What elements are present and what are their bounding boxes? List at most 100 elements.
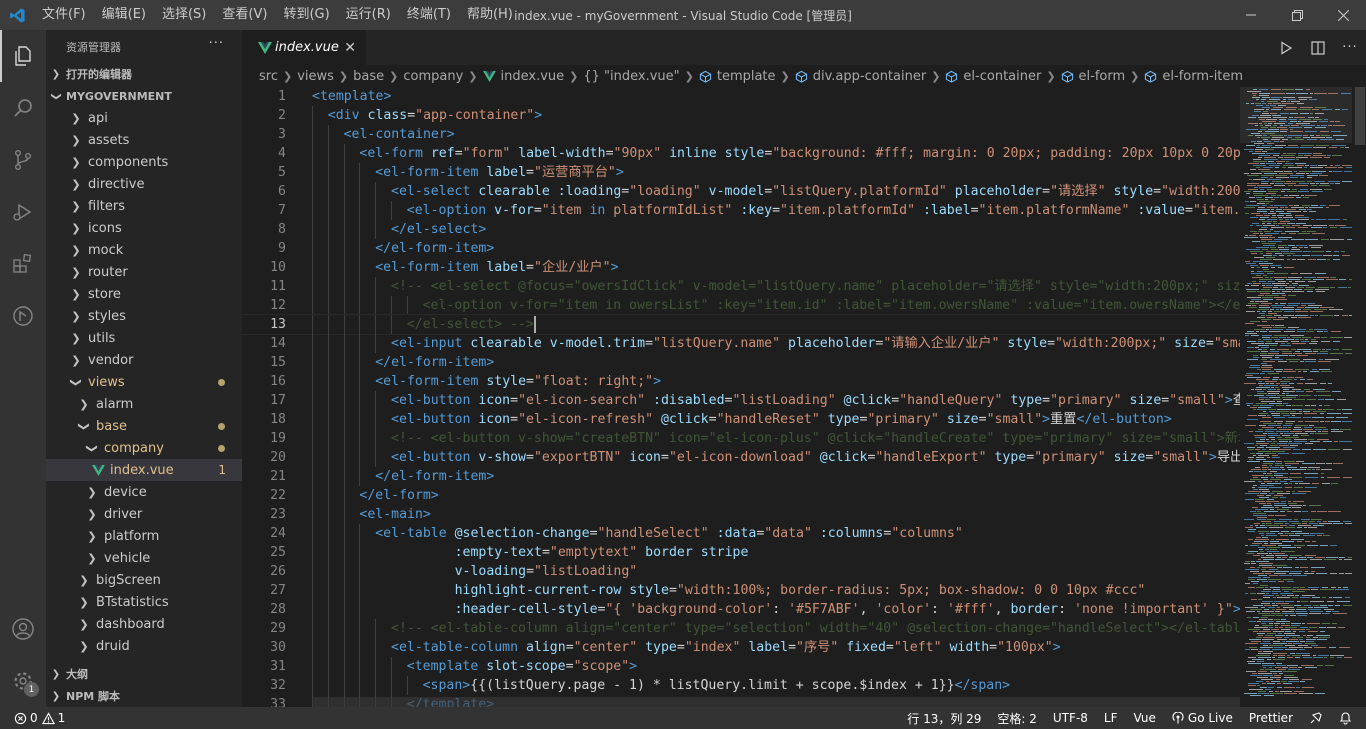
breadcrumb-item[interactable]: src bbox=[259, 69, 278, 84]
feedback-button[interactable] bbox=[1301, 711, 1331, 725]
remote-explorer-button[interactable] bbox=[0, 290, 46, 342]
code-line[interactable]: 17 <el-button icon="el-icon-search" :disa… bbox=[242, 391, 1240, 410]
search-button[interactable] bbox=[0, 82, 46, 134]
menu-run[interactable]: 运行(R) bbox=[338, 0, 399, 30]
close-tab-icon[interactable]: ✕ bbox=[344, 40, 356, 56]
folder-item-vendor[interactable]: ❯ vendor bbox=[46, 349, 242, 371]
code-line[interactable]: 20 <el-button v-show="exportBTN" icon="el… bbox=[242, 448, 1240, 467]
code-line[interactable]: 27 highlight-current-row style="width:10… bbox=[242, 581, 1240, 600]
code-line[interactable]: 10 <el-form-item label="企业/业户"> bbox=[242, 258, 1240, 277]
folder-item-platform[interactable]: ❯ platform bbox=[46, 525, 242, 547]
prettier-status[interactable]: Prettier bbox=[1241, 711, 1301, 725]
folder-item-vehicle[interactable]: ❯ vehicle bbox=[46, 547, 242, 569]
menu-edit[interactable]: 编辑(E) bbox=[94, 0, 154, 30]
code-line[interactable]: 13 </el-select> --> bbox=[242, 314, 1240, 335]
vertical-scrollbar[interactable] bbox=[1352, 87, 1366, 707]
folder-item-utils[interactable]: ❯ utils bbox=[46, 327, 242, 349]
folder-item-icons[interactable]: ❯ icons bbox=[46, 217, 242, 239]
code-line[interactable]: 31 <template slot-scope="scope"> bbox=[242, 657, 1240, 676]
folder-item-device[interactable]: ❯ device bbox=[46, 481, 242, 503]
folder-item-styles[interactable]: ❯ styles bbox=[46, 305, 242, 327]
code-line[interactable]: 15 </el-form-item> bbox=[242, 353, 1240, 372]
language-mode[interactable]: Vue bbox=[1126, 711, 1164, 725]
accounts-button[interactable] bbox=[0, 603, 46, 655]
code-line[interactable]: 25 :empty-text="emptytext" border stripe bbox=[242, 543, 1240, 562]
npm-scripts-section[interactable]: ❯ NPM 脚本 bbox=[46, 685, 242, 707]
code-line[interactable]: 14 <el-input clearable v-model.trim="list… bbox=[242, 334, 1240, 353]
code-line[interactable]: 6 <el-select clearable :loading="loading"… bbox=[242, 182, 1240, 201]
code-line[interactable]: 23 <el-main> bbox=[242, 505, 1240, 524]
code-editor[interactable]: 1 <template> 2 <div class="app-container"> 3… bbox=[242, 87, 1240, 707]
breadcrumb-item[interactable]: company bbox=[403, 69, 463, 84]
go-live-button[interactable]: Go Live bbox=[1164, 711, 1241, 725]
encoding[interactable]: UTF-8 bbox=[1045, 711, 1096, 725]
split-editor-button[interactable] bbox=[1302, 40, 1334, 55]
code-line[interactable]: 26 v-loading="listLoading" bbox=[242, 562, 1240, 581]
folder-item-directive[interactable]: ❯ directive bbox=[46, 173, 242, 195]
folder-item-dashboard[interactable]: ❯ dashboard bbox=[46, 613, 242, 635]
horizontal-scrollbar[interactable] bbox=[312, 697, 1240, 707]
code-line[interactable]: 4 <el-form ref="form" label-width="90px" … bbox=[242, 144, 1240, 163]
explorer-button[interactable] bbox=[0, 30, 46, 82]
code-line[interactable]: 29 <!-- <el-table-column align="center" t… bbox=[242, 619, 1240, 638]
breadcrumb-item[interactable]: div.app-container bbox=[813, 69, 926, 84]
folder-item-store[interactable]: ❯ store bbox=[46, 283, 242, 305]
code-line[interactable]: 3 <el-container> bbox=[242, 125, 1240, 144]
code-line[interactable]: 12 <el-option v-for="item in owersList" :… bbox=[242, 296, 1240, 315]
source-control-button[interactable] bbox=[0, 134, 46, 186]
folder-item-alarm[interactable]: ❯ alarm bbox=[46, 393, 242, 415]
folder-item-filters[interactable]: ❯ filters bbox=[46, 195, 242, 217]
folder-item-druid[interactable]: ❯ druid bbox=[46, 635, 242, 657]
breadcrumb-item[interactable]: el-form bbox=[1079, 69, 1126, 84]
code-line[interactable]: 24 <el-table @selection-change="handleSel… bbox=[242, 524, 1240, 543]
menu-file[interactable]: 文件(F) bbox=[34, 0, 94, 30]
menu-selection[interactable]: 选择(S) bbox=[154, 0, 214, 30]
folder-item-base[interactable]: ❯ base bbox=[46, 415, 242, 437]
folder-item-mock[interactable]: ❯ mock bbox=[46, 239, 242, 261]
code-line[interactable]: 22 </el-form> bbox=[242, 486, 1240, 505]
project-section[interactable]: ❯ MYGOVERNMENT bbox=[46, 85, 242, 107]
folder-item-bigscreen[interactable]: ❯ bigScreen bbox=[46, 569, 242, 591]
code-line[interactable]: 7 <el-option v-for="item in platformIdLis… bbox=[242, 201, 1240, 220]
breadcrumb-item[interactable]: template bbox=[717, 69, 776, 84]
open-editors-section[interactable]: ❯ 打开的编辑器 bbox=[46, 63, 242, 85]
code-line[interactable]: 9 </el-form-item> bbox=[242, 239, 1240, 258]
code-line[interactable]: 8 </el-select> bbox=[242, 220, 1240, 239]
code-line[interactable]: 28 :header-cell-style="{ 'background-col… bbox=[242, 600, 1240, 619]
notifications-button[interactable] bbox=[1331, 711, 1366, 725]
folder-item-company[interactable]: ❯ company bbox=[46, 437, 242, 459]
code-line[interactable]: 32 <span>{{(listQuery.page - 1) * listQue… bbox=[242, 676, 1240, 695]
extensions-button[interactable] bbox=[0, 238, 46, 290]
code-line[interactable]: 21 </el-form-item> bbox=[242, 467, 1240, 486]
menu-help[interactable]: 帮助(H) bbox=[459, 0, 521, 30]
breadcrumb-item[interactable]: base bbox=[353, 69, 384, 84]
breadcrumb-item[interactable]: index.vue bbox=[501, 69, 565, 84]
problems-indicator[interactable]: 0 1 bbox=[14, 711, 73, 725]
code-line[interactable]: 2 <div class="app-container"> bbox=[242, 106, 1240, 125]
code-line[interactable]: 11 <!-- <el-select @focus="owersIdClick" … bbox=[242, 277, 1240, 296]
indentation[interactable]: 空格: 2 bbox=[989, 710, 1045, 727]
file-item-index-vue[interactable]: index.vue 1 bbox=[46, 459, 242, 481]
tab-index-vue[interactable]: index.vue ✕ bbox=[242, 30, 366, 65]
end-of-line[interactable]: LF bbox=[1096, 711, 1126, 725]
more-actions-button[interactable]: ··· bbox=[209, 36, 224, 51]
folder-item-router[interactable]: ❯ router bbox=[46, 261, 242, 283]
breadcrumb-item[interactable]: {} "index.vue" bbox=[583, 69, 679, 84]
minimize-button[interactable] bbox=[1228, 0, 1274, 30]
menu-terminal[interactable]: 终端(T) bbox=[399, 0, 459, 30]
code-line[interactable]: 5 <el-form-item label="运营商平台"> bbox=[242, 163, 1240, 182]
cursor-position[interactable]: 行 13，列 29 bbox=[899, 710, 989, 727]
breadcrumb-item[interactable]: el-form-item bbox=[1162, 69, 1243, 84]
breadcrumb-item[interactable]: el-container bbox=[963, 69, 1041, 84]
folder-item-btstatistics[interactable]: ❯ BTstatistics bbox=[46, 591, 242, 613]
code-line[interactable]: 16 <el-form-item style="float: right;"> bbox=[242, 372, 1240, 391]
folder-item-api[interactable]: ❯ api bbox=[46, 107, 242, 129]
outline-section[interactable]: ❯ 大纲 bbox=[46, 663, 242, 685]
run-debug-button[interactable] bbox=[0, 186, 46, 238]
code-line[interactable]: 18 <el-button icon="el-icon-refresh" @cli… bbox=[242, 410, 1240, 429]
run-file-button[interactable] bbox=[1270, 40, 1302, 55]
manage-button[interactable]: 1 bbox=[0, 655, 46, 707]
folder-item-assets[interactable]: ❯ assets bbox=[46, 129, 242, 151]
folder-item-driver[interactable]: ❯ driver bbox=[46, 503, 242, 525]
scrollbar-thumb[interactable] bbox=[1355, 87, 1365, 145]
